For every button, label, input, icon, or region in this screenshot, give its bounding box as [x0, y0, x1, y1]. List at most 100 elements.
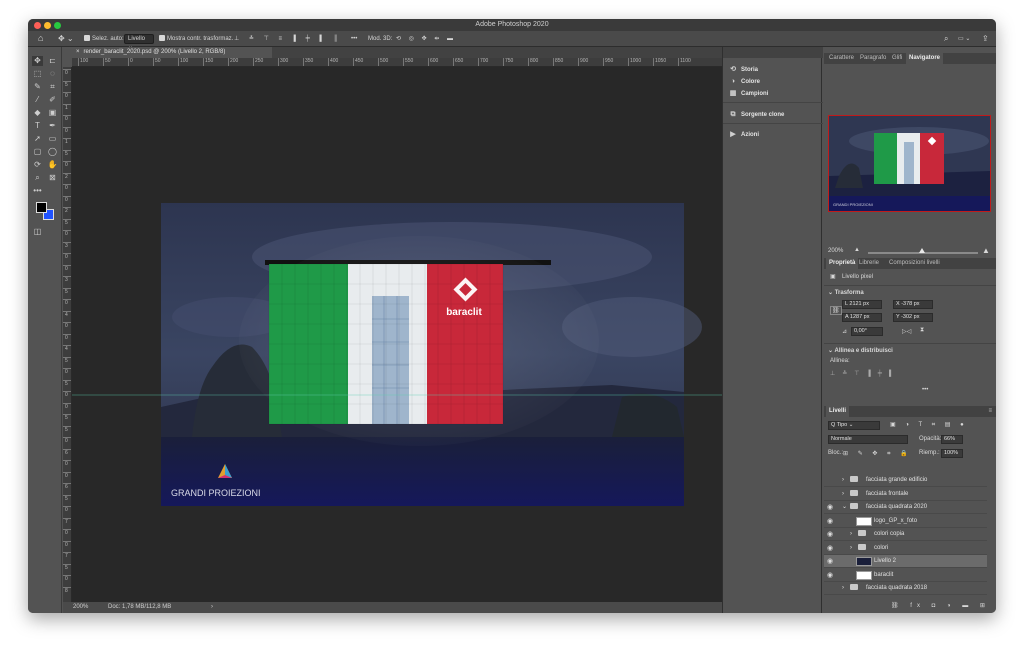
zoom-out-icon[interactable]: ▲: [854, 247, 860, 253]
vertical-ruler[interactable]: 0 5 0 1 0 0 1 5 0 2 0 0 2 5 0 3 0 0 3 5 0 4 0 0 4 5 0 5 0 0 5 5 0 6 0 0 6 5 0 7…: [63, 67, 72, 602]
more-properties-button[interactable]: •••: [922, 387, 928, 393]
layer-filter-kind[interactable]: Q Tipo ⌄: [828, 421, 880, 430]
home-icon[interactable]: ⌂: [38, 33, 43, 43]
workspace-icon[interactable]: ▭ ⌄: [958, 34, 970, 44]
marquee-tool-icon[interactable]: ⬚: [32, 69, 43, 79]
tab-composizioni-livelli[interactable]: Composizioni livelli: [886, 258, 943, 269]
close-tab-icon[interactable]: ×: [76, 49, 80, 55]
visibility-eye-icon[interactable]: ◉: [827, 501, 835, 514]
document-tab[interactable]: × render_baraclit_2020.psd @ 200% (Livell…: [72, 47, 272, 58]
layer-row[interactable]: ◉ › colori: [824, 542, 987, 555]
expand-arrow-icon[interactable]: ⌄: [842, 501, 847, 514]
tab-proprieta[interactable]: Proprietà: [826, 258, 859, 269]
document-canvas[interactable]: baraclit GRANDI PROIEZIONI: [72, 67, 741, 602]
type-tool-icon[interactable]: T: [32, 121, 43, 131]
auto-select-checkbox[interactable]: Selez. auto:: [84, 34, 124, 44]
align-section-title[interactable]: ⌄ Allinea e distribuisci: [828, 347, 893, 354]
height-field[interactable]: A 1287 px: [842, 313, 882, 322]
visibility-eye-icon[interactable]: ◉: [827, 542, 835, 555]
dock-item-clone-source[interactable]: ⧉ Sorgente clone: [728, 109, 785, 121]
tab-livelli[interactable]: Livelli: [826, 406, 850, 417]
blend-mode-select[interactable]: Normale: [828, 435, 908, 444]
angle-field[interactable]: 0,00°: [851, 327, 883, 336]
align-buttons[interactable]: ⊥ ≛ ⊤ ≡ ▐ ╪ ▌ ║: [234, 34, 342, 44]
zoom-slider-thumb-icon[interactable]: [919, 248, 925, 253]
tab-glifi[interactable]: Glifi: [889, 53, 905, 64]
layer-row[interactable]: ◉ Livello 2: [824, 555, 987, 568]
transform-section-title[interactable]: ⌄ Trasforma: [828, 289, 864, 296]
dock-item-color[interactable]: ◑ Colore: [728, 76, 760, 88]
tab-navigatore[interactable]: Navigatore: [906, 53, 944, 64]
foreground-color-swatch[interactable]: [36, 202, 47, 213]
flip-vertical-icon[interactable]: ⧗: [920, 327, 924, 334]
opacity-field[interactable]: 66%: [941, 435, 963, 444]
search-icon[interactable]: ⌕: [944, 34, 948, 44]
link-dimensions-icon[interactable]: ⛓: [830, 306, 842, 315]
hand-tool-icon[interactable]: ✋: [47, 160, 58, 170]
status-menu-arrow-icon[interactable]: ›: [211, 602, 213, 613]
artboard-tool-icon[interactable]: ⊏: [47, 56, 58, 66]
frame-tool-icon[interactable]: ▢: [32, 147, 43, 157]
more-options-button[interactable]: •••: [351, 34, 357, 44]
layer-row[interactable]: › facciata grande edificio: [824, 474, 987, 487]
move-tool-preset-icon[interactable]: ✥ ⌄: [58, 34, 74, 44]
panel-menu-icon[interactable]: ≡: [988, 406, 992, 417]
quick-mask-icon[interactable]: ◫: [32, 227, 43, 237]
layer-row[interactable]: ◉ ⌄ facciata quadrata 2020: [824, 501, 987, 514]
visibility-eye-icon[interactable]: ◉: [827, 555, 835, 568]
visibility-eye-icon[interactable]: ◉: [827, 569, 835, 582]
screen-mode-icon[interactable]: ⊠: [47, 173, 58, 183]
path-select-tool-icon[interactable]: ➚: [32, 134, 43, 144]
align-buttons[interactable]: ⊥≛⊤▐╪▌: [830, 370, 900, 377]
move-tool-icon[interactable]: ✥: [32, 56, 43, 66]
layer-row[interactable]: ◉ baraclit: [824, 569, 987, 582]
crop-tool-icon[interactable]: ⌗: [47, 82, 58, 92]
brush-tool-icon[interactable]: ✐: [47, 95, 58, 105]
show-transform-checkbox[interactable]: Mostra contr. trasformaz.: [159, 34, 233, 44]
layer-filter-icons[interactable]: ▣ ◑ T ⌗ ▤ ●: [890, 421, 968, 429]
visibility-eye-icon[interactable]: ◉: [827, 528, 835, 541]
zoom-tool-icon[interactable]: ⌕: [32, 173, 43, 183]
layer-row[interactable]: ◉ logo_GP_x_foto: [824, 515, 987, 528]
eyedropper-tool-icon[interactable]: ⁄: [32, 95, 43, 105]
fill-field[interactable]: 100%: [941, 449, 963, 458]
layer-footer-icons[interactable]: ⛓ fx ◘ ◑ ▬ ⊞ 🗑: [891, 602, 996, 609]
gradient-tool-icon[interactable]: ▣: [47, 108, 58, 118]
quick-select-tool-icon[interactable]: ✎: [32, 82, 43, 92]
pen-tool-icon[interactable]: ✒: [47, 121, 58, 131]
zoom-level[interactable]: 200%: [73, 602, 88, 613]
x-field[interactable]: X -378 px: [893, 300, 933, 309]
expand-arrow-icon[interactable]: ›: [842, 488, 844, 501]
tab-librerie[interactable]: Librerie: [856, 258, 882, 269]
zoom-in-icon[interactable]: ▲: [982, 246, 990, 255]
horizontal-ruler[interactable]: 100 50 0 50 100 150 200 250 300 350 400 450 500 550 60…: [72, 58, 741, 67]
layer-row[interactable]: ◉ › colori copia: [824, 528, 987, 541]
flip-horizontal-icon[interactable]: ▷◁: [902, 328, 911, 335]
3d-tools-icons[interactable]: ⟲ ◎ ✥ ⇹ ▬: [396, 34, 456, 44]
y-field[interactable]: Y -302 px: [893, 313, 933, 322]
tab-carattere[interactable]: Carattere: [826, 53, 857, 64]
auto-select-dropdown[interactable]: Livello ⌄: [124, 34, 154, 50]
rectangle-tool-icon[interactable]: ▭: [47, 134, 58, 144]
layer-row[interactable]: › facciata quadrata 2018: [824, 582, 987, 595]
tab-paragrafo[interactable]: Paragrafo: [857, 53, 889, 64]
lock-icons[interactable]: ⊞ ✎ ✥ ⌗ 🔒: [843, 450, 912, 458]
expand-arrow-icon[interactable]: ›: [842, 582, 844, 595]
dock-item-actions[interactable]: ▶ Azioni: [728, 129, 759, 141]
canvas-area[interactable]: baraclit GRANDI PROIEZIONI: [72, 67, 741, 602]
dock-item-swatches[interactable]: ▦ Campioni: [728, 88, 769, 100]
lasso-tool-icon[interactable]: ◌: [47, 69, 58, 79]
share-icon[interactable]: ⇪: [982, 34, 989, 44]
edit-toolbar-icon[interactable]: •••: [32, 186, 43, 196]
rotate-view-tool-icon[interactable]: ⟳: [32, 160, 43, 170]
width-field[interactable]: L 2121 px: [842, 300, 882, 309]
navigator-preview[interactable]: GRANDI PROIEZIONI: [828, 115, 991, 212]
eraser-tool-icon[interactable]: ◆: [32, 108, 43, 118]
dock-item-history[interactable]: ⟲ Storia: [728, 64, 758, 76]
expand-arrow-icon[interactable]: ›: [850, 542, 852, 555]
expand-arrow-icon[interactable]: ›: [842, 474, 844, 487]
ellipse-tool-icon[interactable]: ◯: [47, 147, 58, 157]
navigator-zoom-value[interactable]: 200%: [828, 248, 843, 254]
visibility-eye-icon[interactable]: ◉: [827, 515, 835, 528]
layer-row[interactable]: › facciata frontale: [824, 488, 987, 501]
